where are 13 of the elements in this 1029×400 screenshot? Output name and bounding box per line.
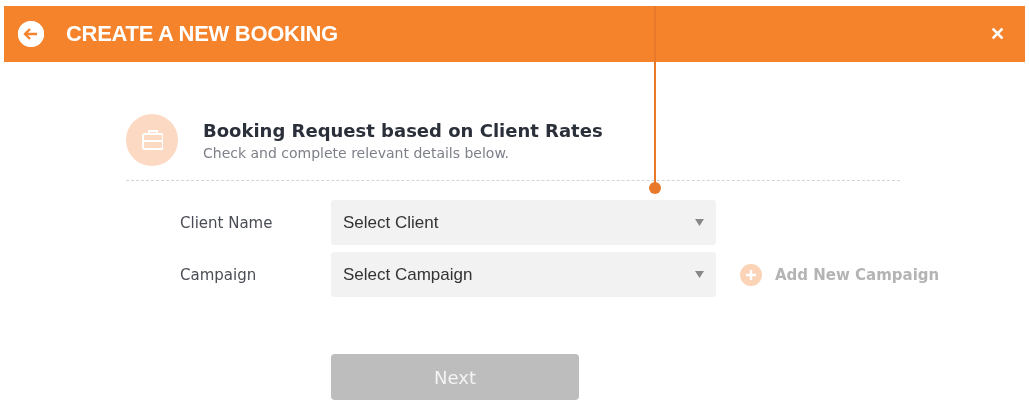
close-button[interactable]: ✕ bbox=[984, 23, 1011, 45]
plus-icon bbox=[740, 263, 762, 286]
form-subheading: Check and complete relevant details below. bbox=[203, 144, 511, 161]
form-heading: Booking Request based on Client Rates bbox=[203, 119, 603, 141]
caret-icon bbox=[695, 271, 704, 278]
select-dropdown[interactable]: Select Client bbox=[331, 200, 716, 245]
field-label: Campaign bbox=[180, 265, 258, 284]
caret-icon bbox=[695, 219, 704, 226]
briefcase-icon bbox=[141, 129, 163, 151]
back-button[interactable] bbox=[18, 21, 44, 47]
field-label: Client Name bbox=[180, 213, 274, 232]
page-title: CREATE A NEW BOOKING bbox=[66, 21, 339, 47]
select-dropdown[interactable]: Select Campaign bbox=[331, 252, 716, 297]
